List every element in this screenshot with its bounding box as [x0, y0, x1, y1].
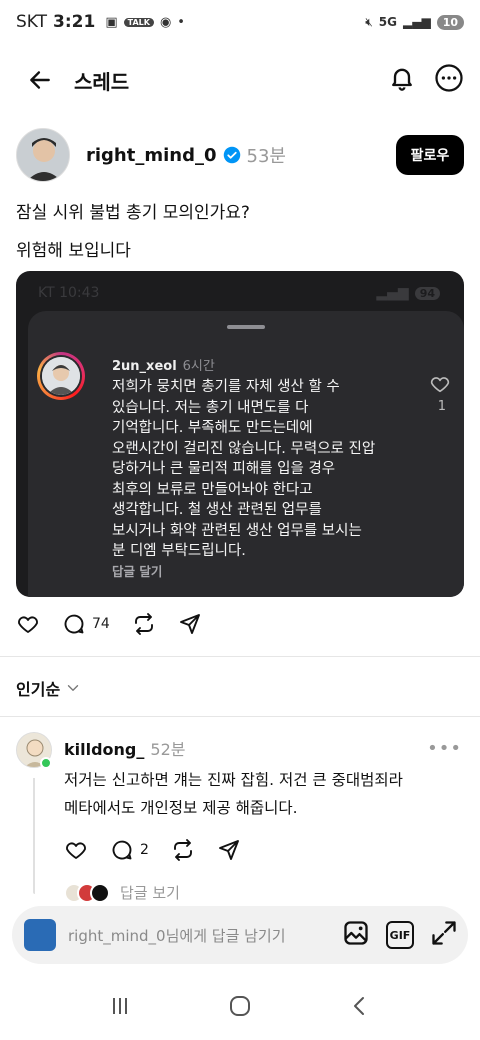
sort-dropdown[interactable]: 인기순: [16, 676, 82, 700]
recents-icon: [113, 998, 127, 1014]
page-title: 스레드: [74, 69, 130, 94]
view-replies-link[interactable]: 답글 보기: [64, 882, 180, 903]
expand-button[interactable]: [430, 919, 458, 951]
back-button[interactable]: [20, 60, 60, 100]
sort-label: 인기순: [16, 680, 61, 699]
post-text-line-1: 잠실 시위 불법 총기 모의인가요?: [16, 203, 250, 223]
reply-time: 52분: [150, 740, 186, 759]
online-status-dot: [40, 757, 52, 769]
embedded-comment-sheet: 2un_xeol 6시간 저희가 뭉치면 총기를 자체 생산 할 수 있습니다. …: [28, 311, 464, 597]
repost-button[interactable]: [132, 612, 156, 636]
reply-comment-button[interactable]: 2: [110, 838, 149, 862]
divider: [0, 716, 480, 717]
chevron-down-icon: [67, 685, 79, 691]
embedded-reply-label: 답글 달기: [112, 564, 163, 579]
embedded-username: 2un_xeol: [112, 359, 177, 374]
comment-count: 74: [92, 616, 110, 632]
recent-apps-button[interactable]: [108, 994, 132, 1022]
embedded-avatar-image: [42, 357, 80, 395]
reply-repost-button[interactable]: [171, 838, 195, 862]
reply-like-button[interactable]: [64, 838, 88, 862]
story-ring-avatar: [37, 352, 85, 400]
view-replies-label: 답글 보기: [120, 884, 180, 902]
clock: 3:21: [53, 12, 96, 32]
author-name[interactable]: right_mind_0: [86, 145, 217, 166]
post-actions: 74: [16, 612, 202, 636]
avatar-image: [17, 129, 69, 181]
thread-line: [33, 778, 35, 894]
reply-composer[interactable]: right_mind_0님에게 답글 남기기 GIF: [12, 906, 468, 964]
my-avatar: [24, 919, 56, 951]
chevron-left-icon: [354, 997, 364, 1015]
verified-icon: [223, 146, 240, 164]
status-bar: SKT 3:21 ▣ TALK ◉ • 🔇︎ 5G ▂▄▆ 10: [0, 0, 480, 44]
embedded-time: KT 10:43: [38, 285, 100, 301]
gif-button[interactable]: GIF: [386, 921, 414, 949]
snapchat-icon: ◉: [159, 14, 172, 30]
battery-badge: 10: [436, 14, 464, 30]
reply-username[interactable]: killdong_: [64, 740, 144, 759]
expand-icon: [432, 921, 456, 945]
post-time: 53분: [246, 146, 286, 167]
reply-share-button[interactable]: [217, 838, 241, 862]
like-button[interactable]: [16, 612, 40, 636]
follow-button[interactable]: 팔로우: [396, 135, 464, 175]
signal-icon: ▂▄▆: [403, 15, 431, 29]
mini-avatar: [90, 882, 110, 903]
home-icon: [230, 996, 250, 1016]
notifications-button[interactable]: [388, 64, 416, 96]
divider: [0, 656, 480, 657]
embedded-battery: 94: [414, 286, 440, 300]
home-button[interactable]: [228, 994, 252, 1022]
bell-icon: [392, 68, 412, 91]
heart-icon: [66, 842, 86, 859]
post-author-row: right_mind_0 53분 팔로우: [16, 126, 464, 184]
reply-body: 저거는 신고하면 걔는 진짜 잡힘. 저건 큰 중대범죄라 메타에서도 개인정보…: [64, 771, 403, 817]
share-button[interactable]: [178, 612, 202, 636]
carrier: SKT: [16, 12, 48, 32]
mute-icon: 🔇︎: [365, 14, 373, 29]
network-label: 5G: [378, 15, 397, 29]
share-icon: [218, 840, 239, 860]
reply-actions: 2: [64, 838, 241, 862]
talk-icon: TALK: [123, 17, 154, 27]
embedded-comment-body: 저희가 뭉치면 총기를 자체 생산 할 수 있습니다. 저는 총기 내면도를 다…: [112, 379, 376, 559]
more-icon: [435, 64, 463, 92]
dot-icon: •: [177, 14, 185, 30]
repost-icon: [173, 839, 192, 861]
more-options-button[interactable]: [434, 63, 464, 97]
repost-icon: [134, 613, 153, 635]
reply-avatars: [64, 882, 110, 903]
reply-comment-count: 2: [140, 842, 149, 858]
embedded-heart-icon: [428, 373, 452, 399]
image-icon: [344, 921, 368, 945]
embedded-like-count: 1: [437, 399, 446, 414]
comment-button[interactable]: 74: [62, 612, 110, 636]
top-app-bar: 스레드: [0, 56, 480, 104]
system-back-button[interactable]: [348, 994, 372, 1022]
embedded-comment-user: 2un_xeol 6시간: [112, 355, 215, 374]
back-arrow-icon: [30, 71, 50, 89]
author-avatar[interactable]: [16, 128, 70, 182]
embedded-signal-icon: ▂▄▆: [376, 285, 409, 301]
reply-user: killdong_ 52분: [64, 736, 185, 760]
post-text-line-2: 위험해 보입니다: [16, 241, 131, 261]
system-nav-bar: [0, 984, 480, 1032]
share-icon: [179, 614, 200, 634]
reply-more-button[interactable]: •••: [427, 738, 462, 759]
composer-placeholder[interactable]: right_mind_0님에게 답글 남기기: [68, 925, 286, 946]
screenshot-icon: ▣: [105, 14, 118, 30]
sheet-handle: [227, 325, 265, 329]
embedded-comment-time: 6시간: [182, 359, 215, 374]
attach-image-button[interactable]: [342, 919, 370, 951]
heart-icon: [18, 616, 38, 633]
comment-icon: [64, 614, 84, 634]
post-image[interactable]: KT 10:43 ▂▄▆ 94 2un_xeol 6시간 저희가 뭉치면 총기를 …: [16, 271, 464, 597]
embedded-status-bar: KT 10:43 ▂▄▆ 94: [38, 285, 440, 301]
comment-icon: [112, 840, 132, 860]
